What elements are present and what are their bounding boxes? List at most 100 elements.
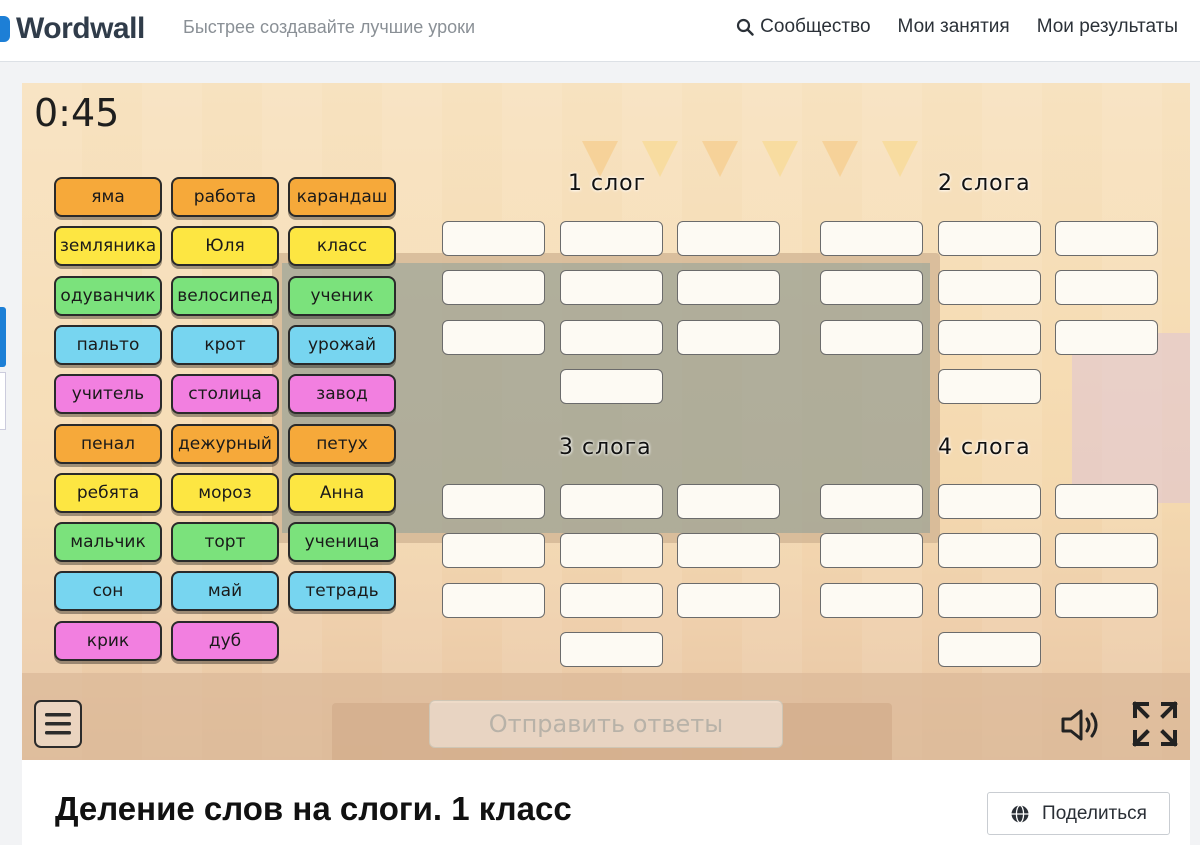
word-tile[interactable]: дежурный bbox=[171, 424, 279, 464]
word-tile[interactable]: столица bbox=[171, 374, 279, 414]
word-tile[interactable]: крик bbox=[54, 621, 162, 661]
word-tile[interactable]: завод bbox=[288, 374, 396, 414]
word-tile[interactable]: дуб bbox=[171, 621, 279, 661]
nav-my-results[interactable]: Мои результаты bbox=[1037, 16, 1178, 38]
word-tile[interactable]: пенал bbox=[54, 424, 162, 464]
group-title: 1 слог bbox=[568, 171, 647, 196]
drop-slot[interactable] bbox=[1055, 582, 1158, 618]
word-tile[interactable]: яма bbox=[54, 177, 162, 217]
word-tile[interactable]: сон bbox=[54, 571, 162, 611]
fullscreen-button[interactable] bbox=[1130, 699, 1180, 749]
drop-slot[interactable] bbox=[820, 582, 923, 618]
word-tile[interactable]: крот bbox=[171, 325, 279, 365]
word-tile[interactable]: учитель bbox=[54, 374, 162, 414]
nav-my-activities[interactable]: Мои занятия bbox=[898, 16, 1010, 38]
drop-slot[interactable] bbox=[937, 221, 1041, 256]
drop-slot[interactable] bbox=[937, 582, 1041, 618]
word-tile[interactable]: одуванчик bbox=[54, 276, 162, 316]
drop-slot[interactable] bbox=[559, 582, 663, 618]
drop-slot[interactable] bbox=[677, 582, 780, 618]
drop-slot[interactable] bbox=[937, 319, 1041, 355]
site-header: Wordwall Быстрее создавайте лучшие уроки… bbox=[0, 0, 1200, 62]
word-tile[interactable]: Юля bbox=[171, 226, 279, 266]
drop-slot[interactable] bbox=[1055, 270, 1158, 306]
drop-slot[interactable] bbox=[1055, 484, 1158, 519]
drop-slot[interactable] bbox=[937, 484, 1041, 519]
tagline: Быстрее создавайте лучшие уроки bbox=[183, 17, 476, 37]
drop-slot[interactable] bbox=[1055, 533, 1158, 569]
drop-slot[interactable] bbox=[820, 484, 923, 519]
drop-slot[interactable] bbox=[442, 484, 545, 519]
nav-community-label: Сообщество bbox=[760, 16, 871, 37]
word-tile[interactable]: тетрадь bbox=[288, 571, 396, 611]
drop-slot[interactable] bbox=[442, 533, 545, 569]
word-tile[interactable]: карандаш bbox=[288, 177, 396, 217]
logo-text: Wordwall bbox=[16, 12, 145, 45]
drop-slot[interactable] bbox=[937, 270, 1041, 306]
submit-answers-button[interactable]: Отправить ответы bbox=[429, 700, 783, 748]
drop-slot[interactable] bbox=[559, 484, 663, 519]
drop-slot[interactable] bbox=[820, 221, 923, 256]
word-tile[interactable]: петух bbox=[288, 424, 396, 464]
drop-slot[interactable] bbox=[937, 631, 1041, 667]
drop-slot[interactable] bbox=[442, 582, 545, 618]
word-tile[interactable]: Анна bbox=[288, 473, 396, 513]
game-area: 0:45 яма работа карандаш земляника Юля класс о… bbox=[22, 83, 1190, 760]
drop-slot[interactable] bbox=[937, 533, 1041, 569]
group-title: 4 слога bbox=[938, 435, 1031, 460]
word-tile[interactable]: работа bbox=[171, 177, 279, 217]
drop-slot[interactable] bbox=[677, 319, 780, 355]
word-tile[interactable]: пальто bbox=[54, 325, 162, 365]
share-button[interactable]: Поделиться bbox=[987, 792, 1170, 835]
activity-info: Деление слов на слоги. 1 класс Поделитьс… bbox=[22, 760, 1190, 845]
word-tile[interactable]: земляника bbox=[54, 226, 162, 266]
logo-mark-icon bbox=[0, 16, 10, 42]
globe-icon bbox=[1011, 804, 1029, 823]
drop-slot[interactable] bbox=[559, 631, 663, 667]
speaker-icon bbox=[1061, 709, 1098, 741]
word-tile[interactable]: ребята bbox=[54, 473, 162, 513]
side-tab[interactable] bbox=[0, 372, 6, 430]
drop-slot[interactable] bbox=[820, 270, 923, 306]
word-tile[interactable]: урожай bbox=[288, 325, 396, 365]
drop-slot[interactable] bbox=[559, 270, 663, 306]
drop-slot[interactable] bbox=[559, 533, 663, 569]
search-icon bbox=[737, 18, 754, 36]
main-nav: Сообщество Мои занятия Мои результаты bbox=[736, 16, 1178, 38]
sound-toggle-button[interactable] bbox=[1056, 703, 1106, 747]
drop-slot[interactable] bbox=[1055, 221, 1158, 256]
word-tile[interactable]: велосипед bbox=[171, 276, 279, 316]
drop-slot[interactable] bbox=[559, 368, 663, 404]
drop-slot[interactable] bbox=[442, 270, 545, 306]
nav-my-results-label: Мои результаты bbox=[1036, 16, 1178, 37]
drop-slot[interactable] bbox=[1055, 319, 1158, 355]
drop-slot[interactable] bbox=[677, 270, 780, 306]
hamburger-menu-icon bbox=[45, 713, 71, 735]
group-title: 3 слога bbox=[559, 435, 652, 460]
drop-slot[interactable] bbox=[442, 319, 545, 355]
drop-slot[interactable] bbox=[559, 221, 663, 256]
nav-community[interactable]: Сообщество bbox=[736, 16, 871, 38]
wordwall-logo[interactable]: Wordwall bbox=[0, 12, 145, 46]
drop-slot[interactable] bbox=[559, 319, 663, 355]
game-menu-button[interactable] bbox=[34, 700, 82, 748]
drop-slot[interactable] bbox=[820, 533, 923, 569]
group-title: 2 слога bbox=[938, 171, 1031, 196]
nav-my-activities-label: Мои занятия bbox=[897, 16, 1010, 37]
drop-slot[interactable] bbox=[937, 368, 1041, 404]
drop-slot[interactable] bbox=[442, 221, 545, 256]
word-tile[interactable]: мальчик bbox=[54, 522, 162, 562]
word-tile[interactable]: ученик bbox=[288, 276, 396, 316]
word-tile[interactable]: мороз bbox=[171, 473, 279, 513]
drop-slot[interactable] bbox=[677, 484, 780, 519]
word-tile[interactable]: торт bbox=[171, 522, 279, 562]
drop-slot[interactable] bbox=[677, 221, 780, 256]
share-button-label: Поделиться bbox=[1042, 802, 1147, 824]
word-tile[interactable]: май bbox=[171, 571, 279, 611]
drop-slot[interactable] bbox=[820, 319, 923, 355]
activity-title: Деление слов на слоги. 1 класс bbox=[55, 790, 572, 827]
drop-slot[interactable] bbox=[677, 533, 780, 569]
word-tile[interactable]: ученица bbox=[288, 522, 396, 562]
word-tile[interactable]: класс bbox=[288, 226, 396, 266]
side-tab-active[interactable] bbox=[0, 307, 6, 367]
